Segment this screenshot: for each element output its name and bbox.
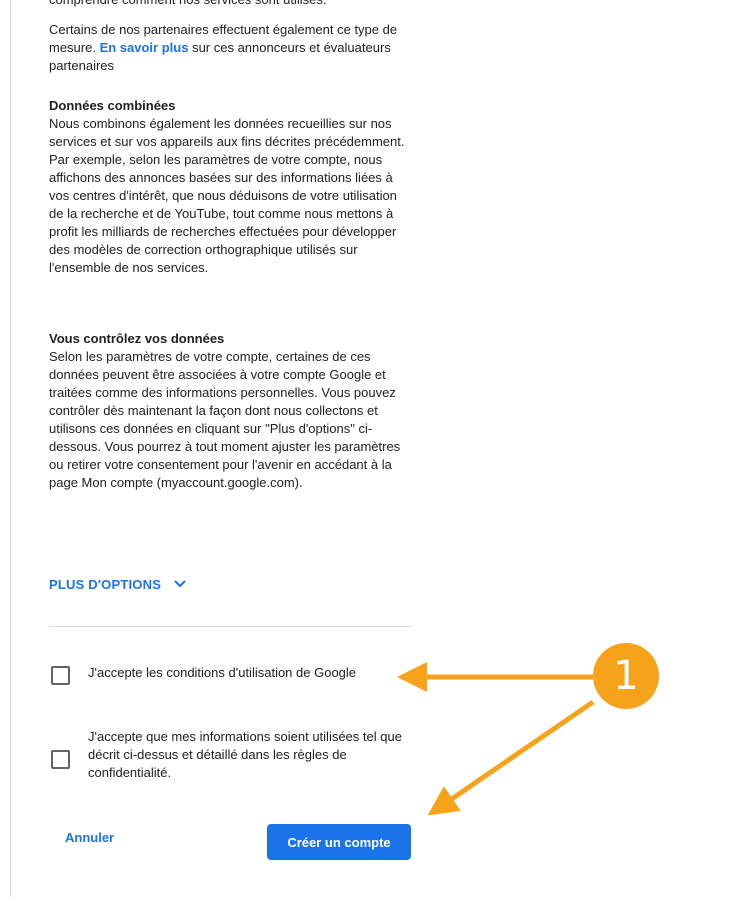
annotation-number-badge: 1 [593, 643, 659, 709]
more-options-button[interactable]: PLUS D'OPTIONS [49, 577, 187, 592]
cancel-button[interactable]: Annuler [65, 830, 114, 845]
create-account-button[interactable]: Créer un compte [267, 824, 411, 860]
privacy-checkbox[interactable] [51, 750, 70, 769]
chevron-down-icon [173, 577, 187, 592]
section-title-control: Vous contrôlez vos données [49, 331, 225, 346]
terms-checkbox-label: J'accepte les conditions d'utilisation d… [88, 665, 357, 680]
more-options-label: PLUS D'OPTIONS [49, 577, 162, 592]
partners-paragraph: Certains de nos partenaires effectuent é… [49, 21, 409, 75]
top-cut-text: comprendre comment nos services sont uti… [49, 0, 429, 9]
section-title-combined: Données combinées [49, 98, 176, 113]
learn-more-link[interactable]: En savoir plus [100, 40, 189, 55]
divider [49, 626, 412, 627]
arrow-to-create-button [427, 699, 595, 816]
terms-checkbox[interactable] [51, 666, 70, 685]
section-body-control: Selon les paramètres de votre compte, ce… [49, 349, 401, 490]
section-body-combined: Nous combinons également les données rec… [49, 116, 405, 275]
left-border-line [10, 0, 11, 897]
privacy-checkbox-label: J'accepte que mes informations soient ut… [88, 729, 402, 780]
